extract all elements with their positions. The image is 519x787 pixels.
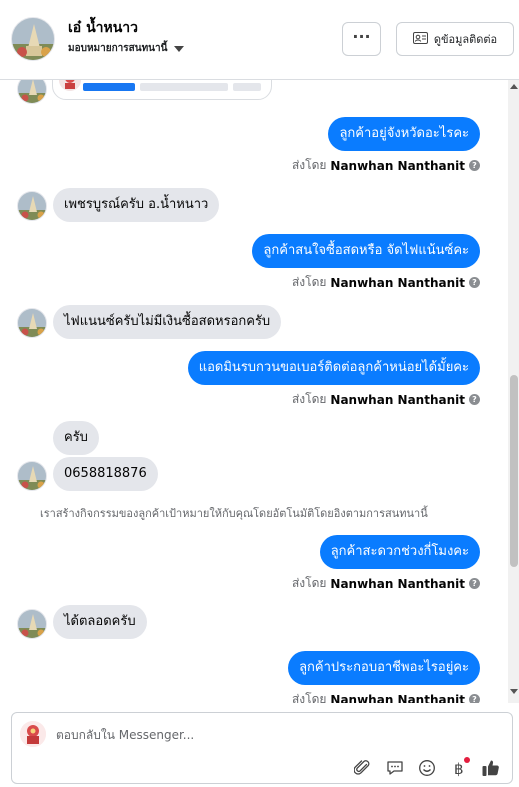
scroll-up-arrow-icon[interactable] bbox=[510, 84, 518, 89]
sender-name: Nanwhan Nanthanit bbox=[330, 392, 465, 407]
assign-label: มอบหมายการสนทนานี้ bbox=[68, 43, 168, 54]
svg-text:฿: ฿ bbox=[454, 760, 464, 777]
sent-by-label: ส่งโดย bbox=[291, 692, 327, 703]
contact-avatar[interactable] bbox=[11, 17, 55, 61]
help-icon[interactable]: ? bbox=[469, 160, 480, 171]
outgoing-message[interactable]: ลูกค้าอยู่จังหวัดอะไรคะ bbox=[328, 117, 480, 151]
help-icon[interactable]: ? bbox=[469, 694, 480, 703]
card-primary-bar bbox=[83, 83, 135, 91]
sender-name: Nanwhan Nanthanit bbox=[330, 275, 465, 290]
conversation-header: เอ๋ น้ำหนาว มอบหมายการสนทนานี้ ··· ดูข้อ… bbox=[0, 0, 519, 80]
sent-by-label: ส่งโดย bbox=[291, 576, 327, 590]
caret-down-icon bbox=[174, 45, 185, 52]
card-secondary-bar bbox=[233, 83, 261, 91]
speech-bubble-icon[interactable] bbox=[384, 757, 406, 779]
message-thread[interactable]: ลูกค้าอยู่จังหวัดอะไรคะ ส่งโดย Nanwhan N… bbox=[0, 80, 508, 703]
smiley-icon[interactable] bbox=[416, 757, 438, 779]
more-options-button[interactable]: ··· bbox=[342, 22, 381, 56]
sent-by-line: ส่งโดย Nanwhan Nanthanit ? bbox=[292, 156, 480, 175]
sent-by-label: ส่งโดย bbox=[291, 158, 327, 172]
card-thumbnail bbox=[59, 80, 81, 91]
sender-avatar bbox=[17, 191, 47, 221]
paperclip-icon[interactable] bbox=[352, 757, 374, 779]
outgoing-message[interactable]: ลูกค้าสนใจซื้อสดหรือ จัดไฟแน้นซ์คะ bbox=[252, 234, 480, 268]
help-icon[interactable]: ? bbox=[469, 394, 480, 405]
help-icon[interactable]: ? bbox=[469, 277, 480, 288]
assign-conversation-dropdown[interactable]: มอบหมายการสนทนานี้ bbox=[68, 41, 185, 56]
page-avatar bbox=[20, 721, 46, 747]
view-contact-button[interactable]: ดูข้อมูลติดต่อ bbox=[396, 22, 514, 56]
contact-card-icon bbox=[412, 31, 428, 47]
sender-avatar bbox=[17, 80, 47, 104]
sent-by-line: ส่งโดย Nanwhan Nanthanit ? bbox=[292, 574, 480, 593]
sent-by-line: ส่งโดย Nanwhan Nanthanit ? bbox=[292, 390, 480, 409]
sender-name: Nanwhan Nanthanit bbox=[330, 692, 465, 704]
sent-by-line: ส่งโดย Nanwhan Nanthanit ? bbox=[292, 690, 480, 703]
incoming-message[interactable]: ได้ตลอดครับ bbox=[53, 605, 147, 639]
view-contact-label: ดูข้อมูลติดต่อ bbox=[433, 33, 498, 46]
messenger-conversation: เอ๋ น้ำหนาว มอบหมายการสนทนานี้ ··· ดูข้อ… bbox=[0, 0, 519, 787]
incoming-message[interactable]: ครับ bbox=[53, 421, 99, 455]
sent-by-label: ส่งโดย bbox=[291, 275, 327, 289]
system-notice: เราสร้างกิจกรรมของลูกค้าเป้าหมายให้กับคุ… bbox=[40, 507, 428, 520]
outgoing-message[interactable]: ลูกค้าประกอบอาชีพอะไรอยู่คะ bbox=[288, 651, 480, 685]
partial-attachment-card[interactable] bbox=[52, 80, 272, 100]
thumbs-up-icon[interactable] bbox=[480, 757, 502, 779]
sender-avatar bbox=[17, 461, 47, 491]
sender-avatar bbox=[17, 308, 47, 338]
help-icon[interactable]: ? bbox=[469, 578, 480, 589]
outgoing-message[interactable]: แอดมินรบกวนขอเบอร์ติดต่อลูกค้าหน่อยได้มั… bbox=[187, 351, 480, 385]
thread-scrollbar[interactable] bbox=[508, 80, 519, 703]
sent-by-label: ส่งโดย bbox=[291, 392, 327, 406]
incoming-message[interactable]: 0658818876 bbox=[53, 457, 158, 491]
sender-name: Nanwhan Nanthanit bbox=[330, 576, 465, 591]
incoming-message[interactable]: เพชรบูรณ์ครับ อ.น้ำหนาว bbox=[53, 188, 220, 222]
scroll-down-arrow-icon[interactable] bbox=[510, 689, 518, 694]
contact-name: เอ๋ น้ำหนาว bbox=[68, 20, 139, 36]
sent-by-line: ส่งโดย Nanwhan Nanthanit ? bbox=[292, 273, 480, 292]
scrollbar-thumb[interactable] bbox=[510, 375, 518, 567]
reply-input[interactable] bbox=[56, 725, 496, 745]
outgoing-message[interactable]: ลูกค้าสะดวกช่วงกี่โมงคะ bbox=[319, 535, 480, 569]
sender-name: Nanwhan Nanthanit bbox=[330, 158, 465, 173]
incoming-message[interactable]: ไฟแนนซ์ครับไม่มีเงินซื้อสดหรอกครับ bbox=[53, 305, 282, 339]
reply-composer: ฿ bbox=[11, 712, 513, 784]
notification-dot bbox=[464, 757, 470, 763]
sender-avatar bbox=[17, 609, 47, 639]
card-secondary-bar bbox=[140, 83, 228, 91]
baht-icon[interactable]: ฿ bbox=[448, 757, 470, 779]
